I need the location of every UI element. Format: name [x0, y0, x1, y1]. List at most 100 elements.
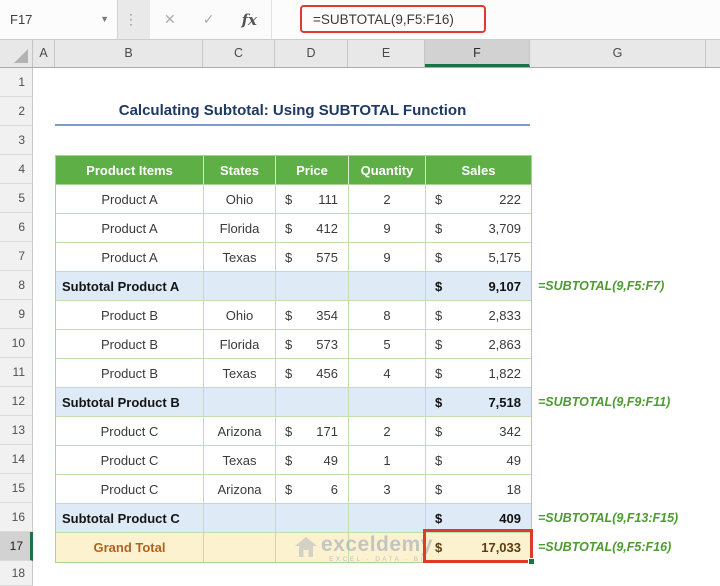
cell-B5[interactable]: Product A [56, 185, 204, 214]
row-header-2[interactable]: 2 [0, 97, 33, 126]
table-header-sales[interactable]: Sales [426, 156, 531, 185]
cell-C17[interactable] [204, 533, 276, 562]
column-header-C[interactable]: C [203, 40, 275, 67]
row-header-6[interactable]: 6 [0, 213, 33, 242]
row-header-13[interactable]: 13 [0, 416, 33, 445]
cancel-icon[interactable]: ✕ [164, 11, 176, 28]
cell-E9[interactable]: 8 [349, 301, 426, 330]
cell-C10[interactable]: Florida [204, 330, 276, 359]
cell-D13[interactable]: $171 [276, 417, 349, 446]
row-header-12[interactable]: 12 [0, 387, 33, 416]
column-header-A[interactable]: A [33, 40, 55, 67]
column-header-B[interactable]: B [55, 40, 203, 67]
cell-C15[interactable]: Arizona [204, 475, 276, 504]
column-header-F[interactable]: F [425, 40, 530, 67]
cell-C6[interactable]: Florida [204, 214, 276, 243]
cell-C13[interactable]: Arizona [204, 417, 276, 446]
cell-D14[interactable]: $49 [276, 446, 349, 475]
cell-B11[interactable]: Product B [56, 359, 204, 388]
row-header-15[interactable]: 15 [0, 474, 33, 503]
cell-E6[interactable]: 9 [349, 214, 426, 243]
row-header-9[interactable]: 9 [0, 300, 33, 329]
cell-B13[interactable]: Product C [56, 417, 204, 446]
row-header-5[interactable]: 5 [0, 184, 33, 213]
cell-F15[interactable]: $18 [426, 475, 531, 504]
cell-F14[interactable]: $49 [426, 446, 531, 475]
cell-D11[interactable]: $456 [276, 359, 349, 388]
cell-F7[interactable]: $5,175 [426, 243, 531, 272]
cell-E14[interactable]: 1 [349, 446, 426, 475]
cell-B8[interactable]: Subtotal Product A [56, 272, 204, 301]
row-header-1[interactable]: 1 [0, 68, 33, 97]
insert-function-icon[interactable]: fx [242, 11, 257, 29]
cell-C8[interactable] [204, 272, 276, 301]
row-header-3[interactable]: 3 [0, 126, 33, 155]
cell-C12[interactable] [204, 388, 276, 417]
column-header-D[interactable]: D [275, 40, 348, 67]
row-header-8[interactable]: 8 [0, 271, 33, 300]
cell-F12[interactable]: $7,518 [426, 388, 531, 417]
cell-C5[interactable]: Ohio [204, 185, 276, 214]
cell-F5[interactable]: $222 [426, 185, 531, 214]
enter-icon[interactable]: ✓ [203, 11, 215, 28]
cell-C11[interactable]: Texas [204, 359, 276, 388]
cell-D16[interactable] [276, 504, 349, 533]
formula-input[interactable]: =SUBTOTAL(9,F5:F16) [272, 0, 720, 39]
cell-E12[interactable] [349, 388, 426, 417]
cell-D8[interactable] [276, 272, 349, 301]
cell-E11[interactable]: 4 [349, 359, 426, 388]
cell-E10[interactable]: 5 [349, 330, 426, 359]
table-header-product-items[interactable]: Product Items [56, 156, 204, 185]
formula-annotation-row-12[interactable]: =SUBTOTAL(9,F9:F11) [538, 387, 670, 416]
cell-F9[interactable]: $2,833 [426, 301, 531, 330]
cell-D6[interactable]: $412 [276, 214, 349, 243]
cell-B15[interactable]: Product C [56, 475, 204, 504]
row-header-16[interactable]: 16 [0, 503, 33, 532]
formula-annotation-row-8[interactable]: =SUBTOTAL(9,F5:F7) [538, 271, 664, 300]
cell-B9[interactable]: Product B [56, 301, 204, 330]
cell-B12[interactable]: Subtotal Product B [56, 388, 204, 417]
table-header-quantity[interactable]: Quantity [349, 156, 426, 185]
cell-B6[interactable]: Product A [56, 214, 204, 243]
cell-F10[interactable]: $2,863 [426, 330, 531, 359]
cell-F11[interactable]: $1,822 [426, 359, 531, 388]
row-header-11[interactable]: 11 [0, 358, 33, 387]
cell-D10[interactable]: $573 [276, 330, 349, 359]
column-header-E[interactable]: E [348, 40, 425, 67]
table-header-price[interactable]: Price [276, 156, 349, 185]
cell-D7[interactable]: $575 [276, 243, 349, 272]
cell-F13[interactable]: $342 [426, 417, 531, 446]
cell-E13[interactable]: 2 [349, 417, 426, 446]
cell-D9[interactable]: $354 [276, 301, 349, 330]
name-box-dropdown-icon[interactable]: ▼ [100, 0, 109, 39]
cell-B16[interactable]: Subtotal Product C [56, 504, 204, 533]
cell-E5[interactable]: 2 [349, 185, 426, 214]
cell-B10[interactable]: Product B [56, 330, 204, 359]
row-header-14[interactable]: 14 [0, 445, 33, 474]
cell-F8[interactable]: $9,107 [426, 272, 531, 301]
cell-B7[interactable]: Product A [56, 243, 204, 272]
cell-B14[interactable]: Product C [56, 446, 204, 475]
row-header-17[interactable]: 17 [0, 532, 33, 561]
column-header-G[interactable]: G [530, 40, 706, 67]
cell-F6[interactable]: $3,709 [426, 214, 531, 243]
name-box[interactable]: F17 ▼ [0, 0, 118, 39]
cell-D15[interactable]: $6 [276, 475, 349, 504]
cell-E7[interactable]: 9 [349, 243, 426, 272]
fill-handle[interactable] [528, 558, 535, 565]
formula-annotation-row-16[interactable]: =SUBTOTAL(9,F13:F15) [538, 503, 678, 532]
cell-E8[interactable] [349, 272, 426, 301]
more-options-icon[interactable]: ⋮ [122, 0, 140, 39]
cell-C9[interactable]: Ohio [204, 301, 276, 330]
cell-B17[interactable]: Grand Total [56, 533, 204, 562]
cell-C16[interactable] [204, 504, 276, 533]
cell-E16[interactable] [349, 504, 426, 533]
row-header-4[interactable]: 4 [0, 155, 33, 184]
cell-E15[interactable]: 3 [349, 475, 426, 504]
cell-D12[interactable] [276, 388, 349, 417]
row-header-7[interactable]: 7 [0, 242, 33, 271]
select-all-corner[interactable] [0, 40, 33, 67]
cell-D5[interactable]: $111 [276, 185, 349, 214]
cell-C7[interactable]: Texas [204, 243, 276, 272]
formula-annotation-row-17[interactable]: =SUBTOTAL(9,F5:F16) [538, 532, 671, 561]
